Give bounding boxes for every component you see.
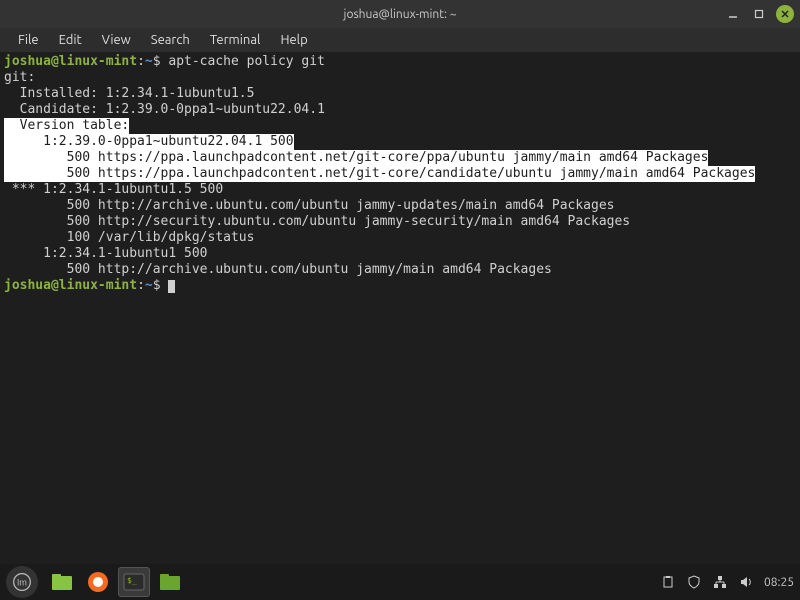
menu-edit[interactable]: Edit bbox=[49, 31, 92, 49]
titlebar[interactable]: joshua@linux-mint: ~ bbox=[0, 0, 800, 28]
menubar: File Edit View Search Terminal Help bbox=[0, 28, 800, 52]
out-v2-src3: 100 /var/lib/dpkg/status bbox=[4, 230, 254, 245]
out-candidate: Candidate: 1:2.39.0-0ppa1~ubuntu22.04.1 bbox=[4, 102, 325, 117]
shield-icon[interactable] bbox=[686, 574, 702, 590]
terminal-taskbar-item[interactable]: $_ bbox=[118, 567, 150, 597]
menu-terminal[interactable]: Terminal bbox=[200, 31, 271, 49]
out-v1-src1: 500 https://ppa.launchpadcontent.net/git… bbox=[4, 150, 708, 166]
clipboard-icon[interactable] bbox=[660, 574, 676, 590]
prompt-userhost: joshua@linux-mint bbox=[4, 54, 137, 69]
out-v3-head: 1:2.34.1-1ubuntu1 500 bbox=[4, 246, 208, 261]
taskbar: lm $_ 08:25 bbox=[0, 564, 800, 600]
terminal-output[interactable]: joshua@linux-mint:~$ apt-cache policy gi… bbox=[0, 52, 800, 564]
out-v3-src1: 500 http://archive.ubuntu.com/ubuntu jam… bbox=[4, 262, 552, 277]
menu-file[interactable]: File bbox=[8, 31, 49, 49]
system-tray: 08:25 bbox=[660, 574, 794, 590]
svg-text:$_: $_ bbox=[127, 576, 137, 585]
launcher-icons: $_ bbox=[46, 567, 186, 597]
out-v2-src2: 500 http://security.ubuntu.com/ubuntu ja… bbox=[4, 214, 630, 229]
out-v2-src1: 500 http://archive.ubuntu.com/ubuntu jam… bbox=[4, 198, 614, 213]
prompt-dollar: $ bbox=[153, 54, 169, 69]
prompt2-sep: : bbox=[137, 278, 145, 293]
network-icon[interactable] bbox=[712, 574, 728, 590]
out-v1-src2: 500 https://ppa.launchpadcontent.net/git… bbox=[4, 166, 755, 182]
out-version-table: Version table: bbox=[4, 118, 129, 134]
svg-text:lm: lm bbox=[17, 577, 27, 587]
start-menu-button[interactable]: lm bbox=[6, 566, 38, 598]
maximize-button[interactable] bbox=[750, 5, 768, 23]
prompt2-userhost: joshua@linux-mint bbox=[4, 278, 137, 293]
menu-search[interactable]: Search bbox=[141, 31, 200, 49]
clock[interactable]: 08:25 bbox=[764, 576, 794, 589]
prompt2-path: ~ bbox=[145, 278, 153, 293]
close-button[interactable] bbox=[776, 5, 794, 23]
prompt-sep: : bbox=[137, 54, 145, 69]
prompt2-dollar: $ bbox=[153, 278, 169, 293]
terminal-window: joshua@linux-mint: ~ File Edit View Sear… bbox=[0, 0, 800, 564]
cursor-icon bbox=[168, 280, 175, 293]
menu-view[interactable]: View bbox=[92, 31, 141, 49]
volume-icon[interactable] bbox=[738, 574, 754, 590]
files-launcher[interactable] bbox=[46, 567, 78, 597]
out-v1-head: 1:2.39.0-0ppa1~ubuntu22.04.1 500 bbox=[4, 134, 294, 150]
out-installed: Installed: 1:2.34.1-1ubuntu1.5 bbox=[4, 86, 254, 101]
menu-help[interactable]: Help bbox=[270, 31, 317, 49]
window-title: joshua@linux-mint: ~ bbox=[344, 8, 457, 21]
out-pkg: git: bbox=[4, 70, 35, 85]
out-v2-head: *** 1:2.34.1-1ubuntu1.5 500 bbox=[4, 182, 223, 197]
window-controls bbox=[724, 5, 794, 23]
files-launcher-2[interactable] bbox=[154, 567, 186, 597]
firefox-launcher[interactable] bbox=[82, 567, 114, 597]
minimize-button[interactable] bbox=[724, 5, 742, 23]
prompt-path: ~ bbox=[145, 54, 153, 69]
command-text: apt-cache policy git bbox=[168, 54, 325, 69]
